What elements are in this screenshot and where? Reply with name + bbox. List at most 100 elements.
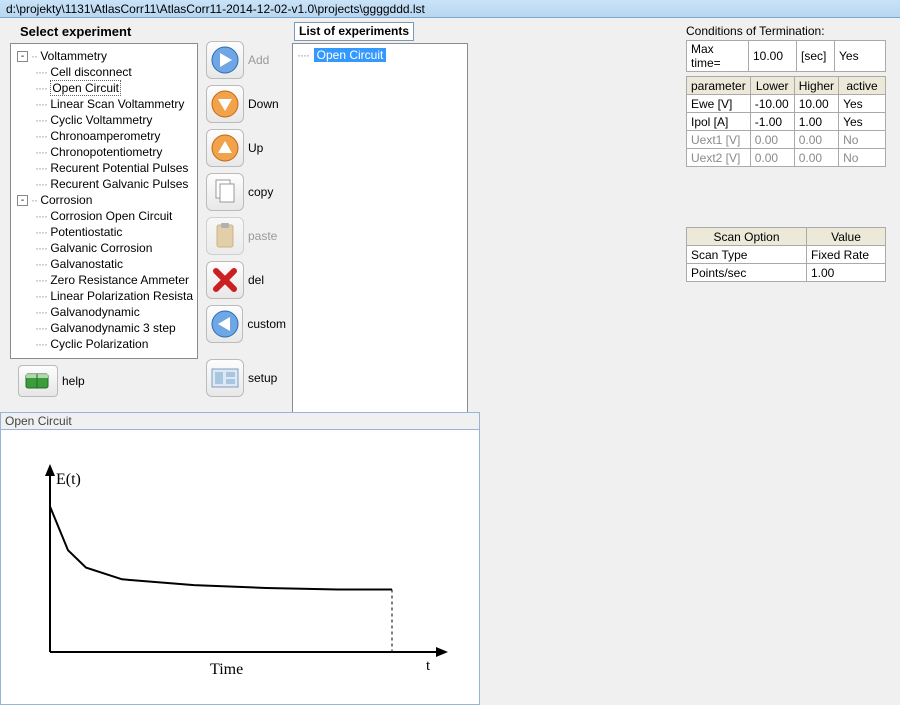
arrow-right-icon [210, 45, 240, 75]
tree-item-label: Galvanic Corrosion [50, 241, 152, 255]
setup-icon [210, 365, 240, 391]
collapse-icon[interactable]: - [17, 195, 28, 206]
tree-item[interactable]: ···· Open Circuit [33, 80, 197, 96]
copy-button[interactable] [206, 173, 244, 211]
cell-value[interactable]: 1.00 [807, 264, 886, 282]
experiment-tree[interactable]: -·· Voltammetry ···· Cell disconnect ···… [10, 43, 198, 359]
termination-label: Conditions of Termination: [686, 24, 888, 38]
tree-group-label: Voltammetry [40, 49, 107, 63]
cell-higher[interactable]: 1.00 [794, 113, 838, 131]
book-icon [24, 370, 52, 392]
tree-item[interactable]: ···· Zero Resistance Ammeter [33, 272, 197, 288]
cell-option: Scan Type [687, 246, 807, 264]
paste-icon [212, 222, 238, 250]
help-label: help [62, 374, 85, 388]
tree-item[interactable]: ···· Cyclic Voltammetry [33, 112, 197, 128]
tree-item[interactable]: ···· Linear Polarization Resista [33, 288, 197, 304]
cell-value[interactable]: Fixed Rate [807, 246, 886, 264]
tree-item[interactable]: ···· Galvanodynamic 3 step [33, 320, 197, 336]
max-time-table: Max time= 10.00 [sec] Yes [686, 40, 886, 72]
tree-item[interactable]: ···· Potentiostatic [33, 224, 197, 240]
th-lower[interactable]: Lower [750, 77, 794, 95]
tree-item-label: Cyclic Voltammetry [50, 113, 152, 127]
th-value[interactable]: Value [807, 228, 886, 246]
tree-group-corrosion[interactable]: -·· Corrosion [15, 192, 197, 208]
cell-lower[interactable]: -1.00 [750, 113, 794, 131]
maxtime-active[interactable]: Yes [835, 41, 886, 72]
tree-item-label: Linear Polarization Resista [50, 289, 193, 303]
cell-param: Uext2 [V] [687, 149, 751, 167]
help-button[interactable] [18, 365, 58, 397]
tree-item-label: Recurent Galvanic Pulses [50, 177, 188, 191]
cell-param: Uext1 [V] [687, 131, 751, 149]
arrow-left-icon [210, 309, 240, 339]
tree-item[interactable]: ···· Galvanic Corrosion [33, 240, 197, 256]
tree-item-label: Zero Resistance Ammeter [50, 273, 189, 287]
custom-label: custom [247, 317, 286, 331]
add-label: Add [248, 53, 269, 67]
tree-item-label: Chronopotentiometry [50, 145, 162, 159]
th-scan-option[interactable]: Scan Option [687, 228, 807, 246]
arrow-up-icon [210, 133, 240, 163]
cell-active[interactable]: Yes [839, 113, 886, 131]
tree-item[interactable]: ···· Galvanostatic [33, 256, 197, 272]
arrow-down-icon [210, 89, 240, 119]
cell-higher[interactable]: 10.00 [794, 95, 838, 113]
copy-icon [212, 178, 238, 206]
tree-item[interactable]: ···· Cyclic Polarization [33, 336, 197, 352]
th-active[interactable]: active [839, 77, 886, 95]
table-row[interactable]: Scan Type Fixed Rate [687, 246, 886, 264]
tree-item[interactable]: ···· Linear Scan Voltammetry [33, 96, 197, 112]
setup-button[interactable] [206, 359, 244, 397]
cell-lower[interactable]: -10.00 [750, 95, 794, 113]
tree-item[interactable]: ···· Recurent Potential Pulses [33, 160, 197, 176]
cell-higher[interactable]: 0.00 [794, 149, 838, 167]
maxtime-label: Max time= [687, 41, 749, 72]
table-row[interactable]: Uext1 [V] 0.00 0.00 No [687, 131, 886, 149]
cell-param: Ewe [V] [687, 95, 751, 113]
table-row[interactable]: Ipol [A] -1.00 1.00 Yes [687, 113, 886, 131]
cell-option: Points/sec [687, 264, 807, 282]
add-button[interactable] [206, 41, 244, 79]
tree-item[interactable]: ···· Chronoamperometry [33, 128, 197, 144]
th-parameter[interactable]: parameter [687, 77, 751, 95]
cell-active[interactable]: No [839, 131, 886, 149]
cell-lower[interactable]: 0.00 [750, 131, 794, 149]
up-button[interactable] [206, 129, 244, 167]
setup-label: setup [248, 371, 277, 385]
tree-item[interactable]: ···· Chronopotentiometry [33, 144, 197, 160]
tree-item-label: Linear Scan Voltammetry [50, 97, 184, 111]
table-row[interactable]: Ewe [V] -10.00 10.00 Yes [687, 95, 886, 113]
cell-active[interactable]: Yes [839, 95, 886, 113]
tree-item-label: Galvanodynamic 3 step [50, 321, 175, 335]
tree-dots: ···· [297, 48, 314, 62]
tree-item-label: Recurent Potential Pulses [50, 161, 188, 175]
table-row[interactable]: Uext2 [V] 0.00 0.00 No [687, 149, 886, 167]
tree-item[interactable]: ···· Galvanodynamic [33, 304, 197, 320]
cell-lower[interactable]: 0.00 [750, 149, 794, 167]
cell-active[interactable]: No [839, 149, 886, 167]
tree-item[interactable]: ···· Recurent Galvanic Pulses [33, 176, 197, 192]
down-label: Down [248, 97, 279, 111]
cell-param: Ipol [A] [687, 113, 751, 131]
custom-button[interactable] [206, 305, 243, 343]
list-item-label: Open Circuit [314, 48, 387, 62]
maxtime-value[interactable]: 10.00 [749, 41, 797, 72]
ylabel: E(t) [56, 471, 81, 488]
cell-higher[interactable]: 0.00 [794, 131, 838, 149]
delete-button[interactable] [206, 261, 244, 299]
down-button[interactable] [206, 85, 244, 123]
scan-option-table: Scan Option Value Scan Type Fixed Rate P… [686, 227, 886, 282]
experiment-list[interactable]: ···· Open Circuit [292, 43, 468, 417]
table-row[interactable]: Points/sec 1.00 [687, 264, 886, 282]
graph-box: E(t) Time t [0, 429, 480, 705]
tree-group-voltammetry[interactable]: -·· Voltammetry [15, 48, 197, 64]
th-higher[interactable]: Higher [794, 77, 838, 95]
tree-item[interactable]: ···· Cell disconnect [33, 64, 197, 80]
paste-button[interactable] [206, 217, 244, 255]
tree-item[interactable]: ···· Corrosion Open Circuit [33, 208, 197, 224]
xlabel-center: Time [210, 661, 243, 678]
collapse-icon[interactable]: - [17, 51, 28, 62]
title-path: d:\projekty\1131\AtlasCorr11\AtlasCorr11… [6, 2, 425, 16]
list-item[interactable]: ···· Open Circuit [297, 48, 463, 62]
